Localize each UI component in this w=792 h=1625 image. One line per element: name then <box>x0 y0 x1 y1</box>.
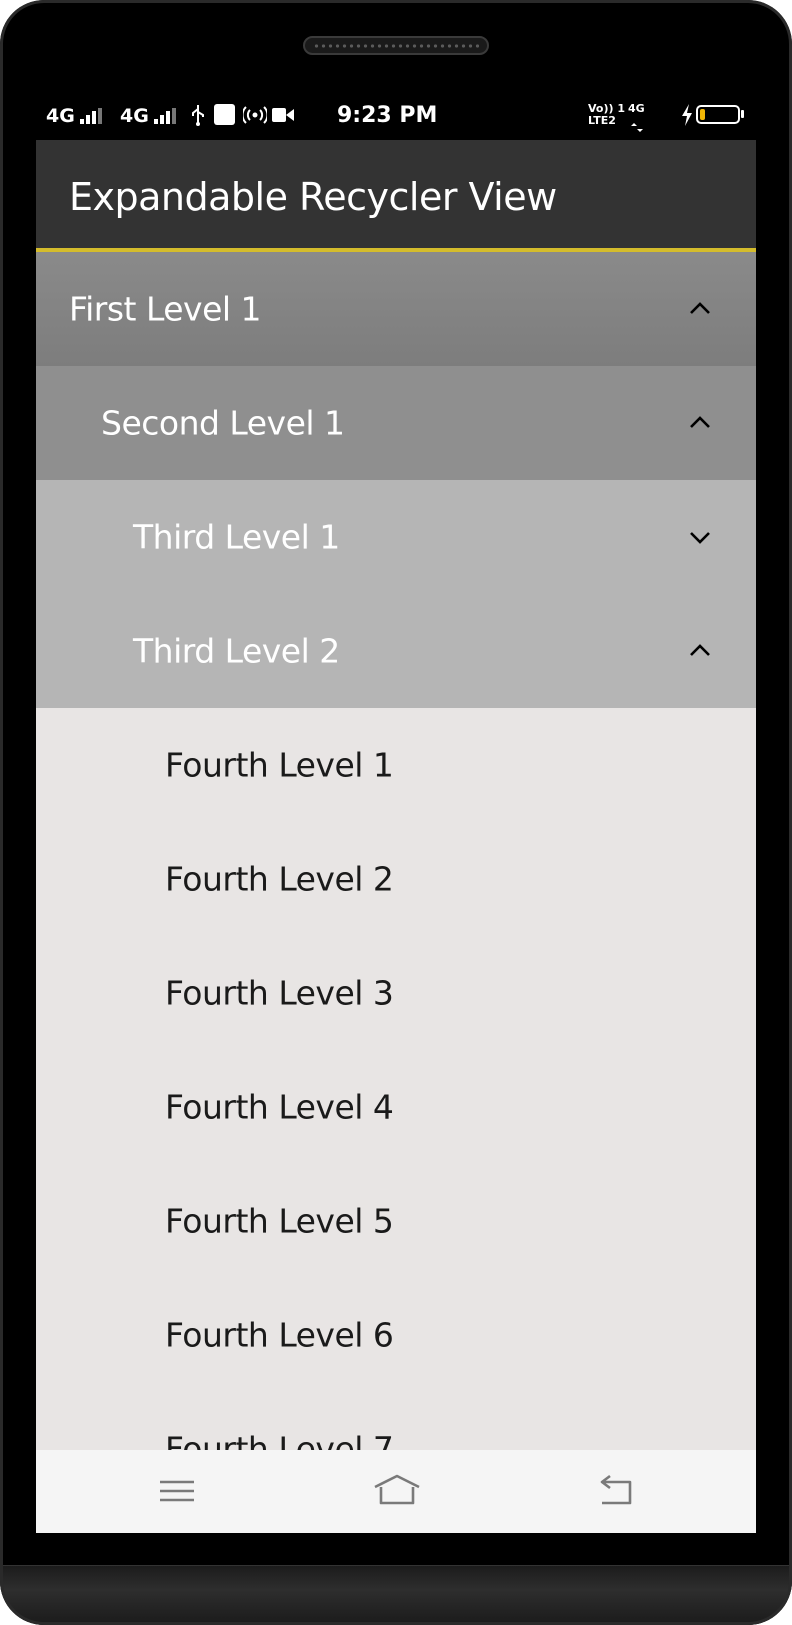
list-item-label: Fourth Level 6 <box>165 1315 394 1355</box>
volte-label: Vo)) 1 <box>588 102 626 115</box>
data-arrows-icon <box>630 117 644 136</box>
list-item-label: Fourth Level 1 <box>165 745 394 785</box>
status-bar: 4G 4G 9:23 PM Vo)) 1 LTE2 4G <box>36 96 756 140</box>
back-icon[interactable] <box>590 1470 640 1512</box>
lte-label: LTE2 <box>588 114 616 127</box>
phone-chin <box>0 1565 792 1625</box>
home-icon[interactable] <box>372 1470 422 1512</box>
network-type-label: 4G <box>628 102 645 115</box>
video-icon <box>272 107 294 127</box>
list-item-third-level-1[interactable]: Third Level 1 <box>36 480 756 594</box>
list-item-label: Fourth Level 2 <box>165 859 394 899</box>
sim1-network-label: 4G <box>46 105 75 127</box>
usb-icon <box>190 104 206 130</box>
sim2-network-label: 4G <box>120 105 149 127</box>
status-time: 9:23 PM <box>337 103 438 128</box>
list-item-fourth-level-3[interactable]: Fourth Level 3 <box>36 936 756 1050</box>
list-item-fourth-level-4[interactable]: Fourth Level 4 <box>36 1050 756 1164</box>
list-item-second-level-1[interactable]: Second Level 1 <box>36 366 756 480</box>
hotspot-icon <box>241 105 269 129</box>
list-item-label: Third Level 1 <box>133 517 340 557</box>
charging-icon <box>681 104 693 130</box>
list-item-fourth-level-5[interactable]: Fourth Level 5 <box>36 1164 756 1278</box>
list-item-label: Fourth Level 3 <box>165 973 394 1013</box>
list-item-first-level-1[interactable]: First Level 1 <box>36 252 756 366</box>
list-item-label: Second Level 1 <box>101 403 345 443</box>
list-item-label: Fourth Level 5 <box>165 1201 394 1241</box>
list-item-fourth-level-1[interactable]: Fourth Level 1 <box>36 708 756 822</box>
phone-frame: 4G 4G 9:23 PM Vo)) 1 LTE2 4G Expandable … <box>0 0 792 1625</box>
list-item-label: First Level 1 <box>69 289 262 329</box>
chevron-down-icon[interactable] <box>686 523 714 551</box>
signal-icon <box>80 108 102 124</box>
chevron-up-icon[interactable] <box>686 409 714 437</box>
battery-icon <box>696 105 740 124</box>
list-item-third-level-2[interactable]: Third Level 2 <box>36 594 756 708</box>
notification-icon <box>214 104 235 125</box>
menu-icon[interactable] <box>152 1470 202 1512</box>
list-item-fourth-level-6[interactable]: Fourth Level 6 <box>36 1278 756 1392</box>
app-bar: Expandable Recycler View <box>36 140 756 252</box>
app-bar-title: Expandable Recycler View <box>69 175 557 219</box>
app-screen: Expandable Recycler View First Level 1 S… <box>36 140 756 1533</box>
list-item-label: Fourth Level 4 <box>165 1087 394 1127</box>
battery-tip <box>741 110 744 118</box>
system-nav-bar <box>36 1450 756 1533</box>
list-item-fourth-level-2[interactable]: Fourth Level 2 <box>36 822 756 936</box>
signal-icon <box>154 108 176 124</box>
expandable-list: First Level 1 Second Level 1 Third Level… <box>36 252 756 1506</box>
list-item-label: Third Level 2 <box>133 631 340 671</box>
chevron-up-icon[interactable] <box>686 637 714 665</box>
chevron-up-icon[interactable] <box>686 295 714 323</box>
earpiece-speaker <box>303 36 489 55</box>
